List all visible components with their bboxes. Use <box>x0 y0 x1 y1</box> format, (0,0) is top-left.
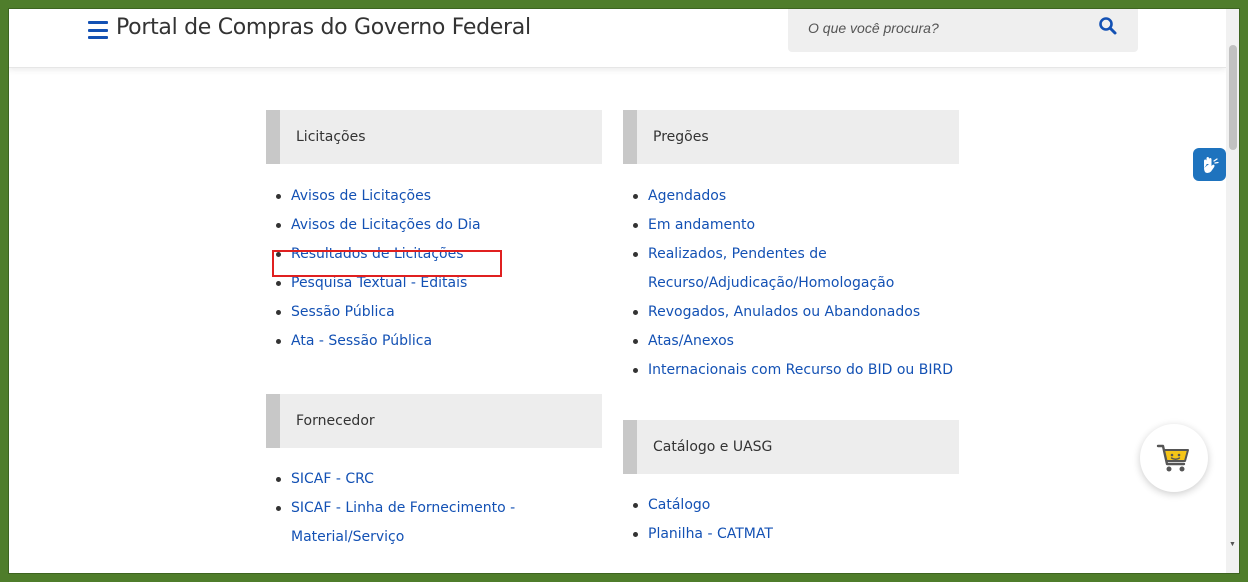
shopping-cart-icon[interactable] <box>1140 424 1208 492</box>
highlight-annotation <box>272 250 502 277</box>
catalogo-link-list: Catálogo Planilha - CATMAT <box>629 491 959 549</box>
link-realizados-pendentes[interactable]: Realizados, Pendentes de <box>648 246 827 262</box>
list-item[interactable]: Agendados <box>629 182 959 211</box>
list-item[interactable]: Avisos de Licitações do Dia <box>272 211 592 240</box>
link-revogados-anulados[interactable]: Revogados, Anulados ou Abandonados <box>648 304 920 320</box>
list-item[interactable]: Sessão Pública <box>272 298 592 327</box>
section-header-catalogo: Catálogo e UASG <box>623 420 959 474</box>
link-avisos-de-licitacoes-do-dia[interactable]: Avisos de Licitações do Dia <box>291 217 481 233</box>
menu-icon[interactable] <box>88 21 108 39</box>
section-header-licitacoes: Licitações <box>266 110 602 164</box>
scroll-down-icon[interactable]: ▼ <box>1229 541 1236 548</box>
page-scrollbar[interactable]: ▲ ▼ <box>1226 0 1240 574</box>
list-item[interactable]: Avisos de Licitações <box>272 182 592 211</box>
link-atas-anexos[interactable]: Atas/Anexos <box>648 333 734 349</box>
list-item[interactable]: Realizados, Pendentes de <box>629 240 959 269</box>
link-avisos-de-licitacoes[interactable]: Avisos de Licitações <box>291 188 431 204</box>
list-item[interactable]: Em andamento <box>629 211 959 240</box>
site-title[interactable]: Portal de Compras do Governo Federal <box>116 15 531 40</box>
list-item[interactable]: Revogados, Anulados ou Abandonados <box>629 298 959 327</box>
section-title: Fornecedor <box>296 413 375 429</box>
screenshot-frame <box>0 0 1248 582</box>
pregoes-link-list: Agendados Em andamento Realizados, Pende… <box>629 182 959 385</box>
list-item[interactable]: SICAF - Linha de Fornecimento - <box>272 494 592 523</box>
link-sicaf-linha-fornecimento-cont[interactable]: Material/Serviço <box>291 529 404 545</box>
link-agendados[interactable]: Agendados <box>648 188 726 204</box>
list-item[interactable]: Atas/Anexos <box>629 327 959 356</box>
link-sicaf-crc[interactable]: SICAF - CRC <box>291 471 374 487</box>
link-sessao-publica[interactable]: Sessão Pública <box>291 304 395 320</box>
list-item[interactable]: Internacionais com Recurso do BID ou BIR… <box>629 356 959 385</box>
link-planilha-catmat[interactable]: Planilha - CATMAT <box>648 526 773 542</box>
site-header: Portal de Compras do Governo Federal <box>8 0 1226 68</box>
link-realizados-pendentes-cont[interactable]: Recurso/Adjudicação/Homologação <box>648 275 894 291</box>
vlibras-hands-icon[interactable] <box>1193 148 1226 181</box>
section-title: Pregões <box>653 129 709 145</box>
link-internacionais-bid-bird[interactable]: Internacionais com Recurso do BID ou BIR… <box>648 362 953 378</box>
search-box <box>788 2 1138 52</box>
link-pesquisa-textual-editais[interactable]: Pesquisa Textual - Editais <box>291 275 467 291</box>
list-item[interactable]: Ata - Sessão Pública <box>272 327 592 356</box>
section-title: Licitações <box>296 129 366 145</box>
section-title: Catálogo e UASG <box>653 439 773 455</box>
list-item-continuation[interactable]: Recurso/Adjudicação/Homologação <box>629 269 959 298</box>
list-item[interactable]: Planilha - CATMAT <box>629 520 959 549</box>
fornecedor-link-list: SICAF - CRC SICAF - Linha de Forneciment… <box>272 465 592 552</box>
link-catalogo[interactable]: Catálogo <box>648 497 710 513</box>
scrollbar-thumb[interactable] <box>1229 45 1237 150</box>
scroll-up-icon[interactable]: ▲ <box>1229 2 1236 9</box>
link-sicaf-linha-fornecimento[interactable]: SICAF - Linha de Fornecimento - <box>291 500 515 516</box>
search-input[interactable] <box>808 16 1078 40</box>
list-item[interactable]: Catálogo <box>629 491 959 520</box>
link-ata-sessao-publica[interactable]: Ata - Sessão Pública <box>291 333 432 349</box>
search-icon[interactable] <box>1098 16 1118 36</box>
list-item[interactable]: SICAF - CRC <box>272 465 592 494</box>
section-header-fornecedor: Fornecedor <box>266 394 602 448</box>
link-em-andamento[interactable]: Em andamento <box>648 217 755 233</box>
section-header-pregoes: Pregões <box>623 110 959 164</box>
list-item-continuation[interactable]: Material/Serviço <box>272 523 592 552</box>
